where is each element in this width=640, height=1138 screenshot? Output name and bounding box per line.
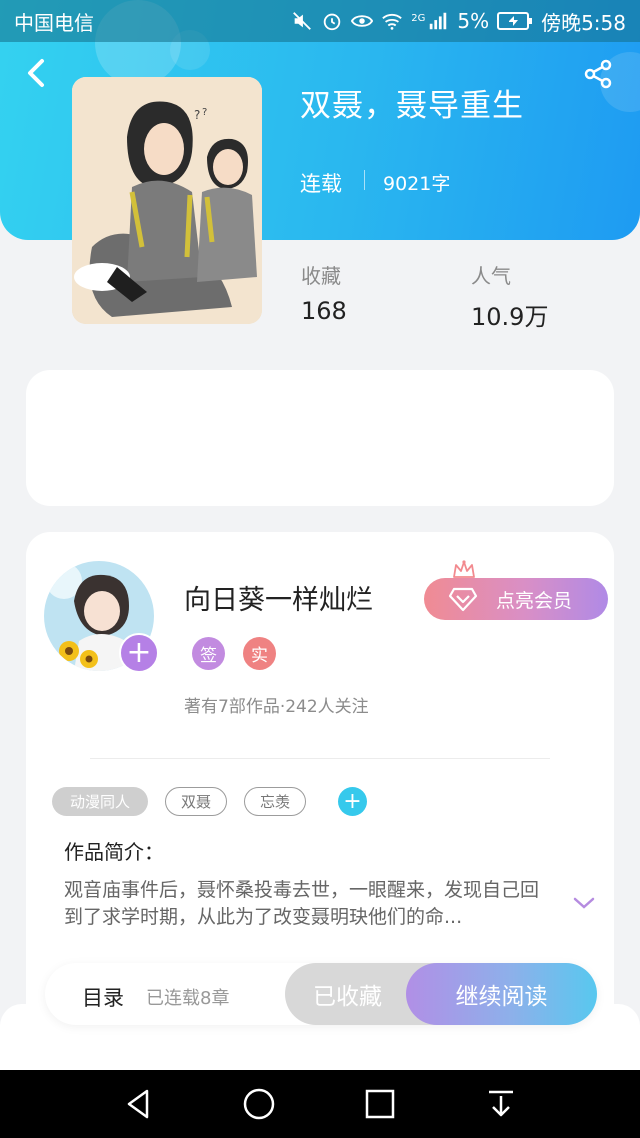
clock: 傍晚5:58 bbox=[541, 10, 626, 35]
signed-badge: 签 bbox=[192, 637, 225, 670]
chapter-count[interactable]: 已连载8章 bbox=[146, 984, 229, 1010]
tag-shuangnie[interactable]: 双聂 bbox=[165, 787, 227, 816]
nav-home-icon[interactable] bbox=[241, 1086, 277, 1122]
popularity-value: 10.9万 bbox=[471, 303, 549, 331]
mute-icon bbox=[293, 12, 312, 30]
tag-anime[interactable]: 动漫同人 bbox=[52, 787, 148, 816]
continue-reading-label: 继续阅读 bbox=[455, 984, 548, 1010]
favorites-label: 收藏 bbox=[301, 264, 341, 288]
nav-back-icon[interactable] bbox=[121, 1086, 157, 1122]
collected-label: 已收藏 bbox=[313, 984, 382, 1010]
book-status: 连载 bbox=[300, 172, 342, 196]
vip-button-label: 点亮会员 bbox=[496, 589, 573, 612]
continue-reading-button[interactable]: 继续阅读 bbox=[406, 963, 597, 1025]
svg-text:?: ? bbox=[194, 108, 200, 122]
chevron-down-icon[interactable] bbox=[572, 895, 596, 911]
popularity-label: 人气 bbox=[471, 264, 511, 288]
tag-wangxian[interactable]: 忘羡 bbox=[244, 787, 306, 816]
svg-text:?: ? bbox=[202, 107, 207, 118]
system-nav-bar bbox=[0, 1070, 640, 1138]
carrier-name: 中国电信 bbox=[14, 10, 94, 35]
favorites-value: 168 bbox=[301, 297, 347, 325]
empty-card bbox=[26, 370, 614, 506]
network-type: 2G bbox=[411, 12, 426, 24]
meta-divider bbox=[364, 170, 365, 190]
wifi-icon bbox=[382, 13, 402, 30]
diamond-icon bbox=[448, 587, 478, 612]
verified-badge: 实 bbox=[243, 637, 276, 670]
section-divider bbox=[90, 758, 550, 759]
author-name[interactable]: 向日葵一样灿烂 bbox=[184, 578, 373, 617]
add-tag-button[interactable]: + bbox=[338, 787, 367, 816]
signal-icon bbox=[430, 12, 447, 30]
status-bar: 中国电信 2G 5% 傍晚5:58 bbox=[0, 0, 640, 42]
share-icon[interactable] bbox=[582, 58, 614, 90]
book-cover[interactable]: ? ? bbox=[72, 77, 262, 324]
book-title: 双聂，聂导重生 bbox=[300, 88, 524, 124]
vip-button[interactable]: 点亮会员 bbox=[424, 578, 608, 620]
author-stats: 著有7部作品·242人关注 bbox=[184, 697, 369, 717]
intro-label: 作品简介： bbox=[64, 840, 164, 864]
back-icon[interactable] bbox=[22, 56, 52, 90]
follow-author-button[interactable]: + bbox=[119, 633, 159, 673]
battery-percent: 5% bbox=[457, 9, 490, 33]
alarm-icon bbox=[323, 13, 341, 31]
cover-illustration: ? ? bbox=[72, 77, 262, 324]
nav-notification-icon[interactable] bbox=[483, 1086, 519, 1122]
nav-recents-icon[interactable] bbox=[362, 1086, 398, 1122]
battery-icon bbox=[497, 12, 533, 30]
eye-icon bbox=[351, 15, 374, 27]
word-count: 9021字 bbox=[383, 173, 451, 195]
intro-text[interactable]: 观音庙事件后，聂怀桑投毒去世，一眼醒来，发现自己回到了求学时期，从此为了改变聂明… bbox=[64, 877, 554, 931]
toc-button[interactable]: 目录 bbox=[82, 982, 124, 1012]
